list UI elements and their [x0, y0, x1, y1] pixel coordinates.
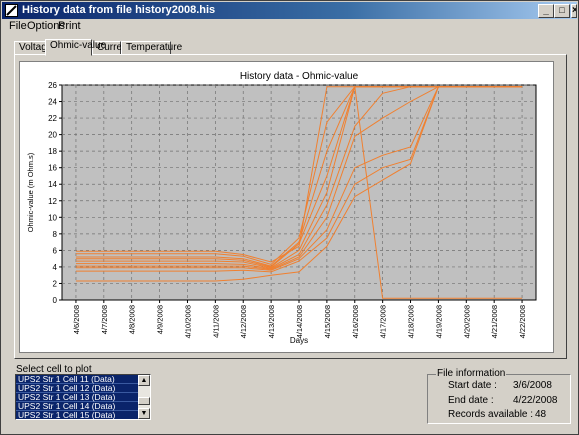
cell-listbox[interactable]: UPS2 Str 1 Cell 11 (Data) UPS2 Str 1 Cell…	[15, 374, 151, 420]
scroll-thumb[interactable]	[138, 397, 150, 405]
y-tick-label: 6	[53, 246, 58, 255]
records-value: 48	[535, 409, 547, 420]
x-tick-label: 4/10/2008	[183, 305, 192, 338]
window-title: History data from file history2008.his	[22, 4, 216, 16]
tab-temperature[interactable]: Temperature	[121, 41, 182, 55]
scroll-down-icon[interactable]: ▼	[138, 408, 150, 419]
x-tick-label: 4/11/2008	[211, 305, 220, 338]
x-tick-label: 4/18/2008	[407, 305, 416, 338]
y-tick-label: 22	[48, 114, 57, 123]
menu-file[interactable]: File	[9, 20, 27, 32]
x-tick-label: 4/14/2008	[295, 305, 304, 338]
y-tick-label: 8	[53, 230, 58, 239]
y-tick-label: 4	[53, 263, 58, 272]
history-window: History data from file history2008.his _…	[0, 0, 579, 435]
title-bar[interactable]: History data from file history2008.his _…	[2, 2, 577, 19]
menu-print[interactable]: Print	[58, 20, 81, 32]
end-date-label: End date :	[448, 395, 494, 406]
x-tick-label: 4/21/2008	[490, 305, 499, 338]
chart-title: History data - Ohmic-value	[240, 71, 359, 82]
maximize-button[interactable]: □	[554, 4, 570, 18]
x-tick-label: 4/7/2008	[100, 305, 109, 334]
tab-voltage[interactable]: Voltage	[14, 41, 52, 55]
menu-bar: File Options Print	[2, 19, 577, 35]
chart-container: History data - Ohmic-value 0 2 4 6 8 10 12 14 16 1…	[19, 61, 554, 353]
y-tick-label: 2	[53, 279, 58, 288]
file-info-legend: File information	[436, 368, 507, 379]
y-tick-label: 18	[48, 147, 57, 156]
x-tick-label: 4/19/2008	[434, 305, 443, 338]
start-date-label: Start date :	[448, 380, 497, 391]
file-info-group: File information Start date : 3/6/2008 E…	[427, 368, 571, 424]
x-tick-label: 4/12/2008	[239, 305, 248, 338]
records-label: Records available :	[448, 409, 534, 420]
minimize-button[interactable]: _	[538, 4, 554, 18]
listbox-scrollbar[interactable]: ▲ ▼	[138, 375, 150, 419]
start-date-value: 3/6/2008	[513, 380, 552, 391]
close-button[interactable]: ×	[571, 4, 577, 18]
tab-ohmic-value[interactable]: Ohmic-value	[45, 39, 106, 56]
y-tick-label: 0	[53, 296, 58, 305]
y-tick-label: 26	[48, 81, 57, 90]
x-tick-label: 4/16/2008	[351, 305, 360, 338]
y-tick-label: 14	[48, 180, 57, 189]
x-tick-label: 4/8/2008	[128, 305, 137, 334]
y-tick-label: 20	[48, 131, 57, 140]
x-tick-label: 4/6/2008	[72, 305, 81, 334]
x-tick-label: 4/17/2008	[379, 305, 388, 338]
x-tick-label: 4/13/2008	[267, 305, 276, 338]
y-tick-label: 16	[48, 164, 57, 173]
x-axis-label: Days	[290, 336, 308, 345]
x-tick-label: 4/15/2008	[323, 305, 332, 338]
ohmic-value-chart: History data - Ohmic-value02468101214161…	[26, 71, 537, 345]
end-date-value: 4/22/2008	[513, 395, 558, 406]
scroll-up-icon[interactable]: ▲	[138, 375, 150, 386]
x-tick-label: 4/20/2008	[462, 305, 471, 338]
y-tick-label: 10	[48, 213, 57, 222]
x-tick-label: 4/22/2008	[518, 305, 527, 338]
app-icon	[5, 4, 18, 17]
y-tick-label: 24	[48, 98, 57, 107]
y-axis-label: Ohmic-value (m Ohm.s)	[26, 152, 35, 232]
x-tick-label: 4/9/2008	[156, 305, 165, 334]
y-tick-label: 12	[48, 197, 57, 206]
